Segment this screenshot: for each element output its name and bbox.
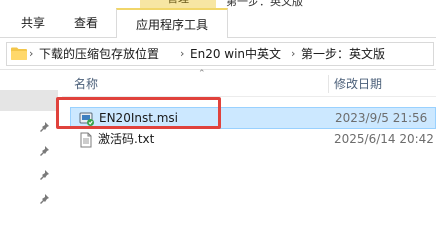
sort-ascending-icon: ⌃ bbox=[198, 69, 206, 79]
navigation-pane bbox=[0, 71, 62, 211]
pin-icon[interactable] bbox=[38, 193, 50, 205]
pin-icon[interactable] bbox=[38, 121, 50, 133]
breadcrumb-item-step1[interactable]: 第一步：英文版 bbox=[301, 43, 385, 65]
column-header-name[interactable]: 名称 bbox=[74, 71, 98, 97]
file-list: ⌃ 名称 修改日期 EN20Inst.msi 2023/9/5 21:56 激活… bbox=[62, 69, 436, 211]
chevron-right-icon[interactable]: › bbox=[29, 43, 33, 65]
file-modified-date: 2025/6/14 20:42 bbox=[334, 132, 434, 146]
chevron-right-icon[interactable]: › bbox=[291, 43, 295, 65]
tab-application-tools[interactable]: 应用程序工具 bbox=[116, 8, 228, 38]
pin-icon[interactable] bbox=[38, 169, 50, 181]
column-header: ⌃ 名称 修改日期 bbox=[62, 69, 436, 97]
address-bar: › 下载的压缩包存放位置 › En20 win中英文 › 第一步：英文版 bbox=[0, 38, 436, 70]
file-row-msi[interactable]: EN20Inst.msi 2023/9/5 21:56 bbox=[70, 107, 436, 129]
chevron-right-icon[interactable]: › bbox=[180, 43, 184, 65]
breadcrumb-item-downloads[interactable]: 下载的压缩包存放位置 bbox=[39, 43, 159, 65]
nav-item-selected[interactable] bbox=[0, 90, 58, 111]
msi-installer-icon bbox=[79, 111, 95, 127]
column-header-date[interactable]: 修改日期 bbox=[334, 71, 382, 97]
ribbon-tabs: 共享 查看 应用程序工具 bbox=[0, 8, 436, 38]
column-divider[interactable] bbox=[328, 75, 329, 93]
breadcrumb[interactable]: › 下载的压缩包存放位置 › En20 win中英文 › 第一步：英文版 bbox=[6, 42, 434, 66]
file-name: EN20Inst.msi bbox=[99, 111, 179, 125]
file-name: 激活码.txt bbox=[98, 132, 155, 146]
folder-icon bbox=[11, 47, 27, 60]
text-file-icon bbox=[78, 132, 94, 148]
context-tab-title: 管理 bbox=[140, 0, 216, 8]
pin-icon[interactable] bbox=[38, 145, 50, 157]
tab-view[interactable]: 查看 bbox=[66, 8, 106, 38]
breadcrumb-item-en20[interactable]: En20 win中英文 bbox=[190, 43, 281, 65]
file-modified-date: 2023/9/5 21:56 bbox=[335, 111, 428, 125]
title-strip: 管理 第一步：英文版 bbox=[0, 0, 436, 8]
file-row-txt[interactable]: 激活码.txt 2025/6/14 20:42 bbox=[70, 129, 436, 151]
tab-share[interactable]: 共享 bbox=[16, 8, 50, 38]
